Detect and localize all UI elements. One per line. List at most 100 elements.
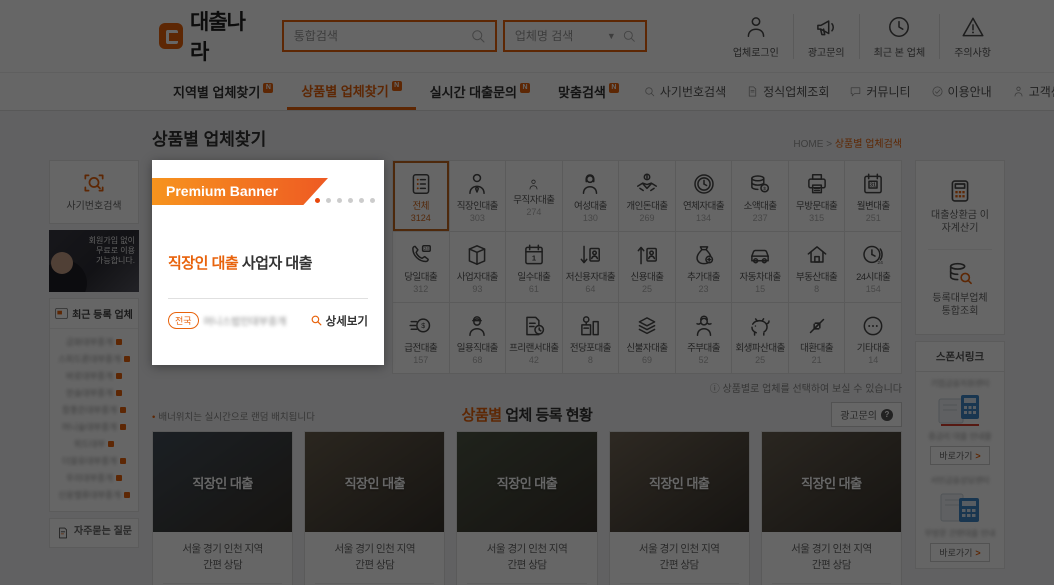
recent-company-item[interactable]: 머니숲대부중개 xyxy=(56,419,132,436)
quick-link-warning[interactable]: 주의사항 xyxy=(939,14,1005,59)
carousel-dot[interactable] xyxy=(359,198,364,203)
building-icon xyxy=(464,242,490,268)
nav-item[interactable]: 맞춤검색N xyxy=(544,73,633,110)
go-button[interactable]: 바로가기> xyxy=(930,446,989,465)
recent-company-item[interactable]: 스피드론대부중개 xyxy=(56,351,132,368)
carousel-dot[interactable] xyxy=(337,198,342,203)
nav-item[interactable]: 지역별 업체찾기N xyxy=(159,73,287,110)
recent-company-item[interactable]: 위드대부 xyxy=(56,436,132,453)
sponsor-card[interactable]: 기업금융지원센터 중금리 대출 안내몰 바로가기> xyxy=(921,378,999,465)
category-cell[interactable]: 24 24시대출 154 xyxy=(845,232,901,302)
category-cell[interactable]: 31 월변대출 251 xyxy=(845,161,901,231)
carousel-dot[interactable] xyxy=(326,198,331,203)
loan-calculator-link[interactable]: 대출상환금 이자계산기 xyxy=(929,173,991,239)
breadcrumb-home[interactable]: HOME xyxy=(793,139,823,150)
premium-banner-card[interactable]: Premium Banner 직장인 대출 사업자 대출 전국 머니스법인대부중… xyxy=(152,160,384,365)
go-button[interactable]: 바로가기> xyxy=(930,543,989,562)
quick-link-user[interactable]: 업체로그인 xyxy=(719,14,793,59)
category-cell[interactable]: 무방문대출 315 xyxy=(789,161,845,231)
global-search-box xyxy=(282,20,497,52)
category-cell[interactable]: $ 소액대출 237 xyxy=(732,161,788,231)
category-cell[interactable]: 자동차대출 15 xyxy=(732,232,788,302)
phone-24-icon: 24 xyxy=(408,242,434,268)
company-card-image: 직장인 대출 xyxy=(305,432,444,532)
housewife-icon xyxy=(691,313,717,339)
moneybag-plus-icon xyxy=(691,242,717,268)
category-cell[interactable]: 연체자대출 134 xyxy=(676,161,732,231)
category-cell[interactable]: 저신용자대출 64 xyxy=(563,232,619,302)
recent-company-item[interactable]: 더블유대부중개 xyxy=(56,453,132,470)
carousel-dot[interactable] xyxy=(315,198,320,203)
header: 대출나라 ▼ 업체로그인 광고문의 최근 본 업체 xyxy=(0,0,1054,72)
search-icon xyxy=(643,85,656,98)
recent-company-item[interactable]: 한솔대부중개 xyxy=(56,385,132,402)
category-cell[interactable]: 프리랜서대출 42 xyxy=(506,303,562,373)
faq-button[interactable]: 자주묻는 질문 xyxy=(49,518,139,548)
category-cell[interactable]: 기타대출 14 xyxy=(845,303,901,373)
chevron-down-icon[interactable]: ▼ xyxy=(607,31,616,41)
company-search-input[interactable] xyxy=(513,28,607,44)
company-card[interactable]: 직장인 대출 서울 경기 인천 지역 간편 상담 010-1234-5678 대… xyxy=(152,431,293,585)
carousel-dot[interactable] xyxy=(348,198,353,203)
svg-text:31: 31 xyxy=(870,182,876,188)
category-cell[interactable]: 회생파산대출 25 xyxy=(732,303,788,373)
utility-chat[interactable]: 커뮤니티 xyxy=(839,83,920,100)
nav-utility: 사기번호검색 정식업체조회 커뮤니티 이용안내 고객센터 xyxy=(633,73,1054,110)
global-search-input[interactable] xyxy=(292,28,469,44)
category-cell[interactable]: 주부대출 52 xyxy=(676,303,732,373)
company-card[interactable]: 직장인 대출 서울 경기 인천 지역 간편 상담 010-1234-5678 대… xyxy=(456,431,597,585)
lender-lookup-link[interactable]: 등록대부업체 통합조회 xyxy=(928,249,992,322)
search-icon[interactable] xyxy=(621,28,637,44)
nav-item[interactable]: 상품별 업체찾기N xyxy=(287,73,415,110)
category-cell[interactable]: 부동산대출 8 xyxy=(789,232,845,302)
category-cell[interactable]: 무직자대출 274 xyxy=(506,161,562,231)
category-cell[interactable]: 신용대출 25 xyxy=(619,232,675,302)
detail-link[interactable]: 상세보기 xyxy=(310,313,368,329)
carousel-dot[interactable] xyxy=(370,198,375,203)
handshake-coin-icon xyxy=(634,171,660,197)
category-cell[interactable]: 직장인대출 303 xyxy=(450,161,506,231)
utility-check-circle[interactable]: 이용안내 xyxy=(921,83,1002,100)
recent-company-item[interactable]: 금화대부중개 xyxy=(56,334,132,351)
category-cell[interactable]: 신불자대출 69 xyxy=(619,303,675,373)
sponsor-card[interactable]: 서민금융상담센터 무방문 간편대출 안내 바로가기> xyxy=(921,475,999,562)
company-card[interactable]: 직장인 대출 서울 경기 인천 지역 간편 상담 010-1234-5678 대… xyxy=(761,431,902,585)
recent-company-item[interactable]: 신용밸류대부중개 xyxy=(56,487,132,504)
doc-clock-icon xyxy=(521,313,547,339)
utility-search[interactable]: 사기번호검색 xyxy=(633,83,736,100)
logo[interactable]: 대출나라 xyxy=(159,6,258,66)
category-cell[interactable]: 대환대출 21 xyxy=(789,303,845,373)
company-card[interactable]: 직장인 대출 서울 경기 인천 지역 간편 상담 010-1234-5678 대… xyxy=(304,431,445,585)
quick-link-label: 최근 본 업체 xyxy=(874,44,926,59)
ad-inquiry-button[interactable]: 광고문의 ? xyxy=(831,402,902,427)
category-note: ⓘ 상품별로 업체를 선택하여 보실 수 있습니다 xyxy=(152,374,902,397)
category-cell[interactable]: 1 일수대출 61 xyxy=(506,232,562,302)
utility-document[interactable]: 정식업체조회 xyxy=(736,83,839,100)
category-cell[interactable]: 사업자대출 93 xyxy=(450,232,506,302)
new-badge xyxy=(116,339,122,345)
category-all[interactable]: 전체 3124 xyxy=(393,161,449,231)
region-badge: 전국 xyxy=(168,312,199,329)
category-cell[interactable]: 전당포대출 8 xyxy=(563,303,619,373)
category-cell[interactable]: 여성대출 130 xyxy=(563,161,619,231)
utility-person[interactable]: 고객센터 xyxy=(1002,83,1054,100)
fraud-number-search-button[interactable]: 사기번호검색 xyxy=(49,160,139,224)
promo-photo-banner[interactable]: 회원가입 없이무료로 이용가능합니다. xyxy=(49,230,139,292)
category-cell[interactable]: 추가대출 23 xyxy=(676,232,732,302)
search-icon[interactable] xyxy=(469,27,487,45)
recent-company-item[interactable]: 참좋은대부중개 xyxy=(56,402,132,419)
company-card[interactable]: 직장인 대출 서울 경기 인천 지역 간편 상담 010-1234-5678 대… xyxy=(609,431,750,585)
quick-link-clock[interactable]: 최근 본 업체 xyxy=(859,14,940,59)
category-cell[interactable]: $ 급전대출 157 xyxy=(393,303,449,373)
warning-icon xyxy=(960,14,986,40)
recent-company-item[interactable]: 우리대부중개 xyxy=(56,470,132,487)
quick-link-megaphone[interactable]: 광고문의 xyxy=(793,14,859,59)
breadcrumb-current: 상품별 업체검색 xyxy=(835,139,902,150)
category-cell[interactable]: 24 당일대출 312 xyxy=(393,232,449,302)
category-cell[interactable]: 일용직대출 68 xyxy=(450,303,506,373)
nav-item[interactable]: 실시간 대출문의N xyxy=(416,73,544,110)
company-name-blurred: 머니스법인대부중개 xyxy=(204,313,287,328)
recent-company-item[interactable]: 바로대부중개 xyxy=(56,368,132,385)
category-cell[interactable]: 개인돈대출 269 xyxy=(619,161,675,231)
company-card-description: 서울 경기 인천 지역 간편 상담 xyxy=(315,542,434,574)
